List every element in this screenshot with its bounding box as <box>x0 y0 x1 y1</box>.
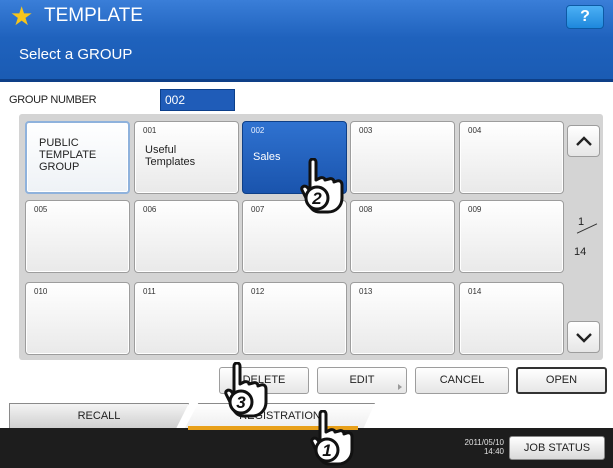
group-name: Sales <box>253 151 281 163</box>
group-cell-009[interactable]: 009 <box>459 200 564 273</box>
chevron-down-icon <box>576 333 592 343</box>
page-total: 14 <box>574 246 587 258</box>
group-number: 001 <box>143 126 157 135</box>
callout-number: 3 <box>236 393 246 412</box>
time-text: 14:40 <box>483 447 504 456</box>
edit-button[interactable]: EDIT <box>317 367 407 394</box>
group-cell-006[interactable]: 006 <box>134 200 239 273</box>
page-title: TEMPLATE <box>44 5 143 26</box>
group-name: Useful Templates <box>145 144 196 168</box>
group-number: 005 <box>34 205 48 214</box>
group-cell-008[interactable]: 008 <box>350 200 455 273</box>
cancel-button[interactable]: CANCEL <box>415 367 509 394</box>
public-template-group-button[interactable]: PUBLIC TEMPLATE GROUP <box>25 121 130 194</box>
date-time: 2011/05/10 14:40 <box>449 438 504 456</box>
callout-number: 1 <box>322 441 331 460</box>
group-cell-010[interactable]: 010 <box>25 282 130 355</box>
group-cell-003[interactable]: 003 <box>350 121 455 194</box>
edit-button-label: EDIT <box>349 374 375 386</box>
help-button[interactable]: ? <box>566 5 604 29</box>
group-cell-005[interactable]: 005 <box>25 200 130 273</box>
group-number: 004 <box>468 126 482 135</box>
scroll-down-button[interactable] <box>567 321 600 353</box>
template-screen: ★ TEMPLATE ? Select a GROUP GROUP NUMBER… <box>0 0 613 468</box>
group-number: 010 <box>34 287 48 296</box>
group-cell-012[interactable]: 012 <box>242 282 347 355</box>
group-cell-001[interactable]: 001 Useful Templates <box>134 121 239 194</box>
scroll-up-button[interactable] <box>567 125 600 157</box>
group-number: 002 <box>251 126 265 135</box>
page-current: 1 <box>578 216 585 228</box>
cancel-button-label: CANCEL <box>439 374 485 386</box>
group-number: 008 <box>359 205 373 214</box>
group-cell-013[interactable]: 013 <box>350 282 455 355</box>
open-button-label: OPEN <box>545 374 578 386</box>
group-cell-014[interactable]: 014 <box>459 282 564 355</box>
group-number: 011 <box>143 287 156 296</box>
group-cell-004[interactable]: 004 <box>459 121 564 194</box>
hand-pointer-icon: 3 <box>224 362 268 418</box>
group-number: 003 <box>359 126 373 135</box>
open-button[interactable]: OPEN <box>516 367 607 394</box>
group-name: PUBLIC TEMPLATE GROUP <box>39 137 97 173</box>
group-cell-011[interactable]: 011 <box>134 282 239 355</box>
hand-pointer-icon: 2 <box>300 158 344 214</box>
group-number: 013 <box>359 287 373 296</box>
group-number: 012 <box>251 287 265 296</box>
group-number-field[interactable]: 002 <box>160 89 235 111</box>
page-subtitle: Select a GROUP <box>19 46 133 63</box>
group-number: 007 <box>251 205 265 214</box>
tab-recall[interactable]: RECALL <box>9 403 189 428</box>
group-number: 014 <box>468 287 482 296</box>
date-text: 2011/05/10 <box>464 438 504 447</box>
group-number: 009 <box>468 205 482 214</box>
hand-pointer-icon: 1 <box>310 410 354 466</box>
submenu-arrow-icon <box>398 384 402 390</box>
chevron-up-icon <box>576 136 592 146</box>
job-status-button[interactable]: JOB STATUS <box>509 436 605 460</box>
star-icon: ★ <box>10 2 34 32</box>
group-number: 006 <box>143 205 157 214</box>
callout-number: 2 <box>311 189 322 208</box>
group-number-label: GROUP NUMBER <box>9 94 97 106</box>
